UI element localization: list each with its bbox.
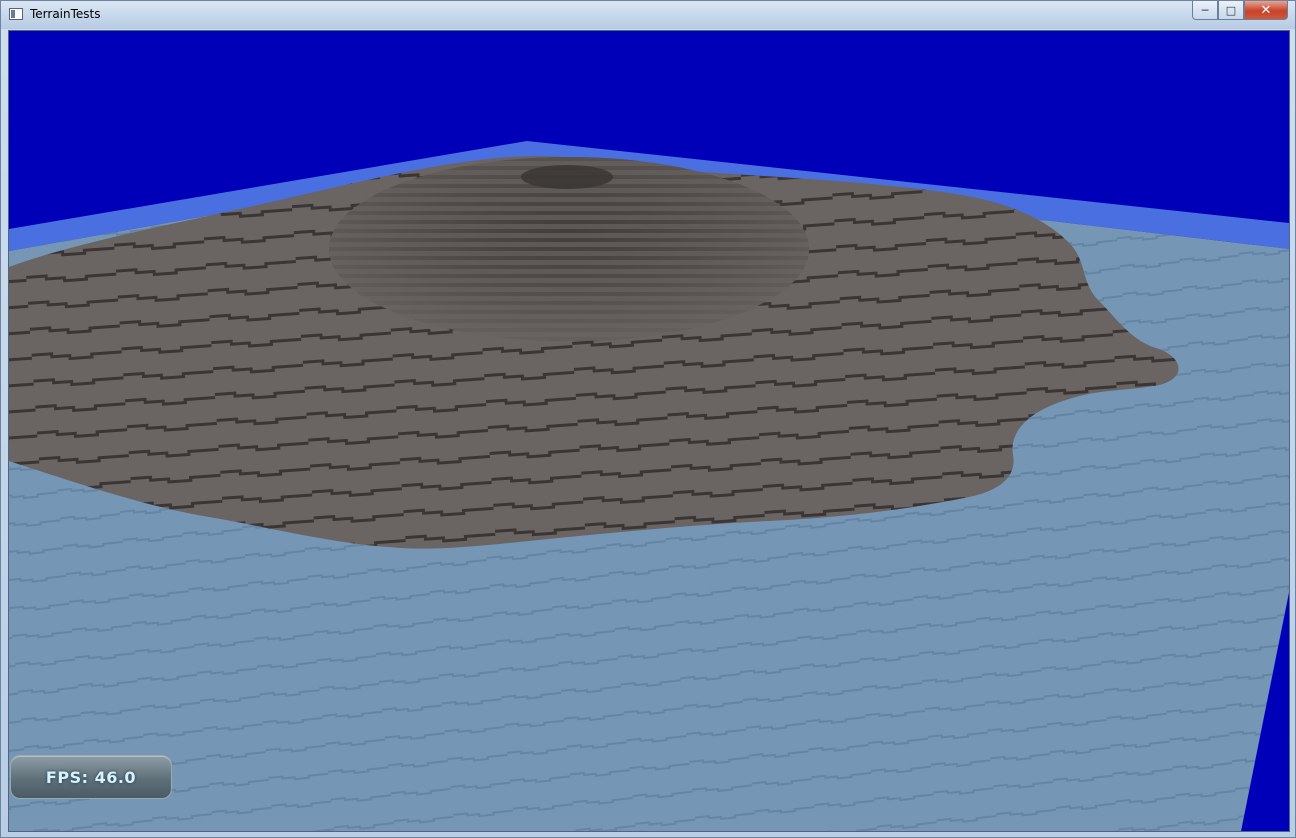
fps-label: FPS: [45,767,89,787]
terrain-scene [9,31,1289,831]
render-viewport[interactable] [8,30,1290,832]
maximize-icon: □ [1225,3,1237,17]
maximize-button[interactable]: □ [1218,1,1244,20]
fps-counter: FPS: 46.0 [10,755,172,799]
app-icon[interactable] [9,8,23,20]
close-button[interactable]: ✕ [1244,1,1288,20]
minimize-button[interactable]: ─ [1192,1,1218,20]
fps-value: 46.0 [94,767,137,787]
window-title: TerrainTests [30,7,101,21]
title-bar[interactable]: TerrainTests ─ □ ✕ [1,1,1295,29]
application-window: TerrainTests ─ □ ✕ FPS: 46.0 [0,0,1296,838]
minimize-icon: ─ [1201,3,1209,17]
caption-buttons: ─ □ ✕ [1192,1,1288,21]
fps-text: FPS: 46.0 [11,756,171,798]
close-icon: ✕ [1260,2,1272,18]
crater [521,165,613,189]
